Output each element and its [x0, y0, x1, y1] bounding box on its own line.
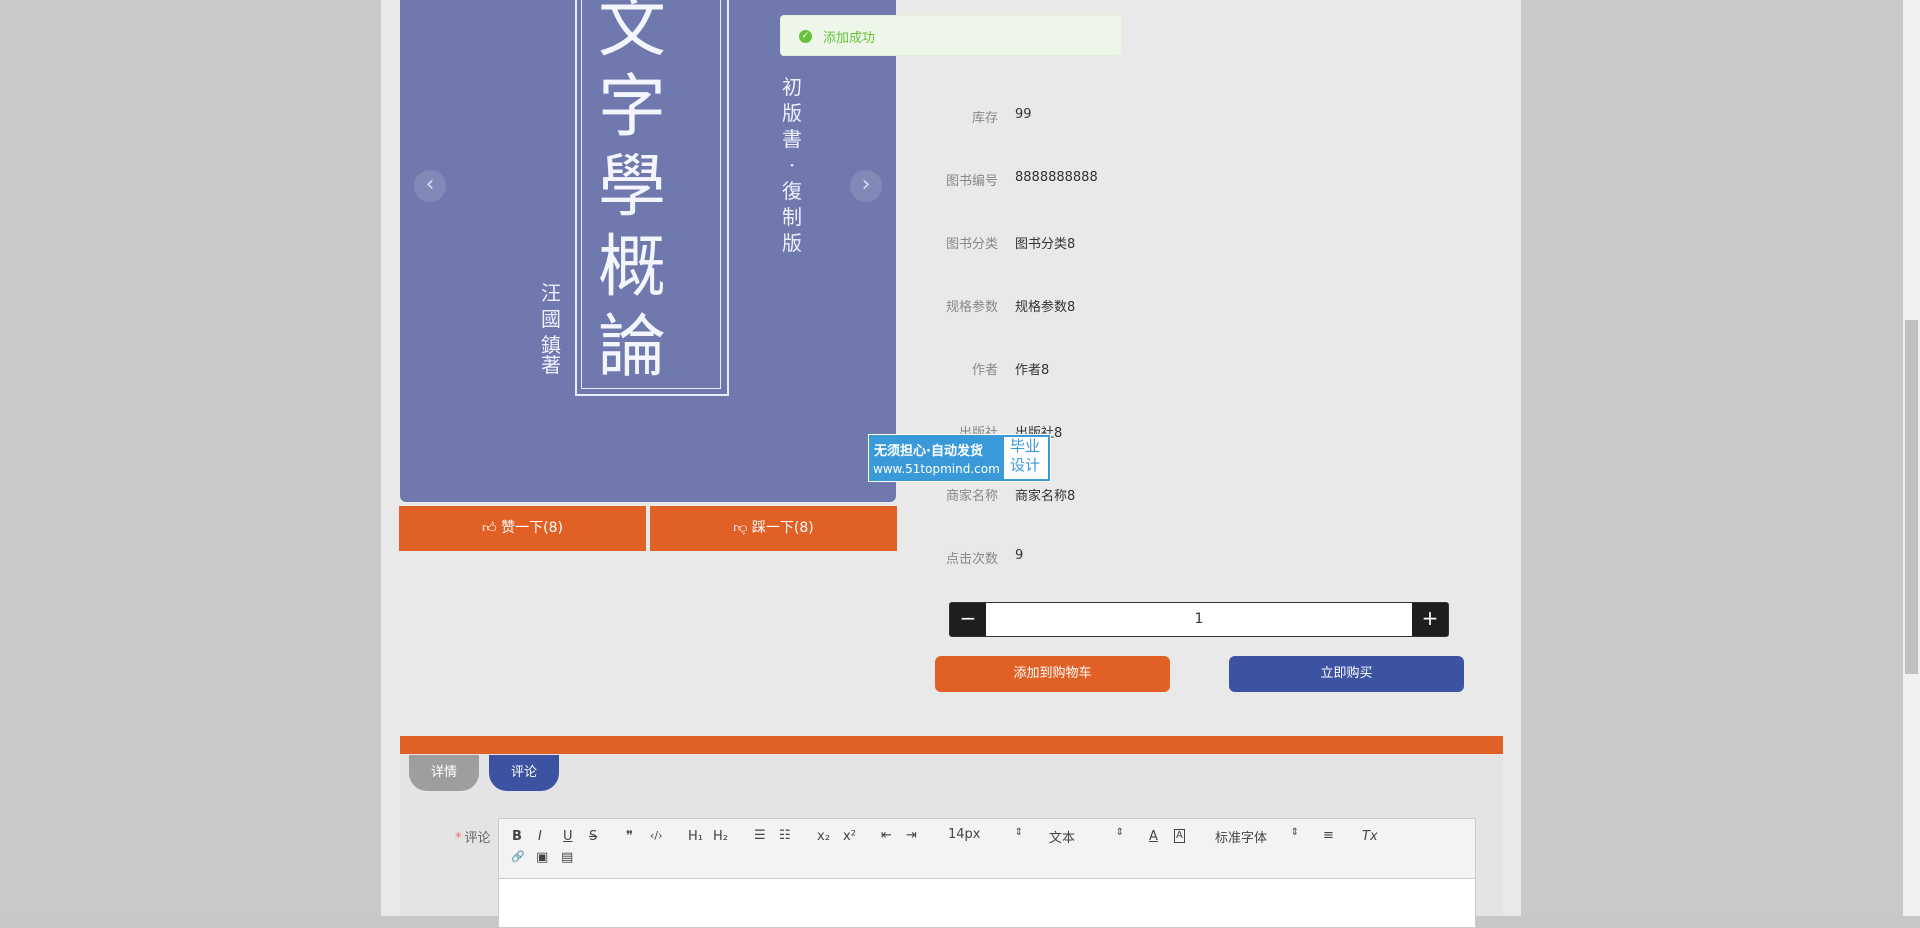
info-label: 点击次数 — [945, 552, 998, 567]
info-value: 作者8 — [1015, 363, 1050, 378]
comment-label-text: 评论 — [464, 831, 491, 846]
info-label: 图书编号 — [945, 174, 998, 189]
info-row-spec: 规格参数 规格参数8 — [900, 296, 1500, 316]
dislike-label: 踩一下(8) — [751, 520, 814, 536]
thumbs-down-icon: 👎︎ — [733, 520, 752, 536]
font-family-picker[interactable]: 标准字体 ⇕ — [1215, 827, 1299, 846]
info-value: 规格参数8 — [1015, 300, 1076, 315]
strike-button[interactable]: S — [589, 829, 597, 844]
font-size-value: 14px — [948, 827, 981, 842]
watermark-line1: 无须担心·自动发货 — [874, 444, 983, 459]
info-value: 商家名称8 — [1015, 489, 1076, 504]
info-row-author: 作者 作者8 — [900, 359, 1500, 379]
cover-title-char: 文 — [598, 0, 667, 67]
scrollbar-thumb[interactable] — [1905, 320, 1918, 674]
picker-caret-icon: ⇕ — [1290, 827, 1299, 838]
align-button[interactable]: ≡ — [1323, 828, 1334, 843]
font-size-picker[interactable]: 14px ⇕ — [948, 827, 1023, 842]
tab-details[interactable]: 详情 — [409, 755, 480, 791]
check-circle-icon: ✓ — [799, 30, 812, 43]
underline-button[interactable]: U — [563, 829, 573, 844]
decrease-button[interactable]: − — [950, 603, 986, 636]
tab-comments[interactable]: 评论 — [489, 755, 560, 791]
info-label: 作者 — [971, 363, 998, 378]
book-cover-image: 文 字 學 概 論 初版書·復制版 汪國鎮 著 — [400, 0, 896, 502]
carousel-prev-button[interactable]: ‹ — [414, 170, 446, 202]
watermark-line2: www.51topmind.com — [873, 462, 1000, 476]
toast-message: 添加成功 — [823, 31, 876, 46]
watermark-tag: 毕业设计 — [1004, 437, 1048, 479]
bold-button[interactable]: B — [512, 829, 522, 844]
cover-author-suffix: 著 — [541, 353, 561, 377]
comment-label: * 评论 — [455, 827, 491, 846]
heading-2-button[interactable]: H₂ — [713, 829, 728, 844]
subscript-button[interactable]: x₂ — [817, 829, 830, 844]
heading-1-button[interactable]: H₁ — [688, 829, 703, 844]
like-button[interactable]: 👍︎ 赞一下(8) — [399, 506, 646, 551]
cover-edition-text: 初版書·復制版 — [782, 75, 802, 255]
info-label: 规格参数 — [945, 300, 998, 315]
quantity-stepper: − 1 + — [949, 602, 1449, 637]
increase-button[interactable]: + — [1412, 603, 1448, 636]
ordered-list-button[interactable]: ☰ — [754, 828, 766, 843]
info-value: 8888888888 — [1015, 170, 1098, 185]
info-label: 库存 — [971, 111, 998, 126]
info-label: 图书分类 — [945, 237, 998, 252]
italic-button[interactable]: I — [538, 829, 542, 844]
info-row-stock: 库存 99 — [900, 107, 1500, 127]
info-row-merchant: 商家名称 商家名称8 — [900, 485, 1500, 505]
cover-title-char: 字 — [598, 68, 667, 147]
info-label: 商家名称 — [945, 489, 998, 504]
picker-caret-icon: ⇕ — [1014, 827, 1023, 838]
bullet-list-button[interactable]: ☷ — [779, 828, 791, 843]
image-button[interactable]: ▣ — [536, 850, 548, 865]
video-button[interactable]: ▤ — [561, 850, 573, 865]
cover-title-char: 論 — [598, 308, 667, 387]
info-row-book-number: 图书编号 8888888888 — [900, 170, 1500, 190]
cover-author-text: 汪國鎮 — [541, 281, 561, 357]
info-value: 图书分类8 — [1015, 237, 1076, 252]
success-toast: ✓ 添加成功 — [780, 15, 1122, 56]
cover-title-char: 學 — [598, 148, 667, 227]
info-row-category: 图书分类 图书分类8 — [900, 233, 1500, 253]
header-value: 文本 — [1049, 831, 1076, 846]
superscript-button[interactable]: x² — [843, 829, 856, 844]
info-value: 9 — [1015, 548, 1024, 563]
clean-format-button[interactable]: Tx — [1362, 829, 1378, 844]
quantity-input[interactable]: 1 — [986, 603, 1412, 636]
watermark-badge: 无须担心·自动发货 www.51topmind.com 毕业设计 — [868, 434, 1051, 482]
add-to-cart-button[interactable]: 添加到购物车 — [935, 656, 1170, 692]
cover-title-char: 概 — [598, 228, 667, 307]
header-picker[interactable]: 文本 ⇕ — [1049, 827, 1124, 846]
font-family-value: 标准字体 — [1215, 831, 1268, 846]
dislike-button[interactable]: 👎︎ 踩一下(8) — [650, 506, 897, 551]
link-button[interactable]: 🔗 — [511, 850, 525, 863]
like-label: 赞一下(8) — [501, 520, 563, 536]
buy-now-button[interactable]: 立即购买 — [1229, 656, 1464, 692]
outdent-button[interactable]: ⇤ — [881, 828, 892, 843]
background-color-button[interactable]: A — [1174, 829, 1185, 843]
indent-button[interactable]: ⇥ — [906, 828, 917, 843]
tab-bar — [400, 736, 1503, 754]
font-color-button[interactable]: A — [1149, 829, 1158, 844]
thumbs-up-icon: 👍︎ — [482, 520, 502, 536]
comment-editor-body[interactable] — [499, 879, 1475, 927]
blockquote-button[interactable]: ❞ — [626, 829, 633, 844]
info-value: 99 — [1015, 107, 1032, 122]
picker-caret-icon: ⇕ — [1115, 827, 1124, 838]
info-row-clicks: 点击次数 9 — [900, 548, 1500, 568]
carousel-next-button[interactable]: › — [850, 170, 882, 202]
code-button[interactable]: ‹/› — [650, 829, 663, 842]
required-mark: * — [455, 831, 462, 846]
